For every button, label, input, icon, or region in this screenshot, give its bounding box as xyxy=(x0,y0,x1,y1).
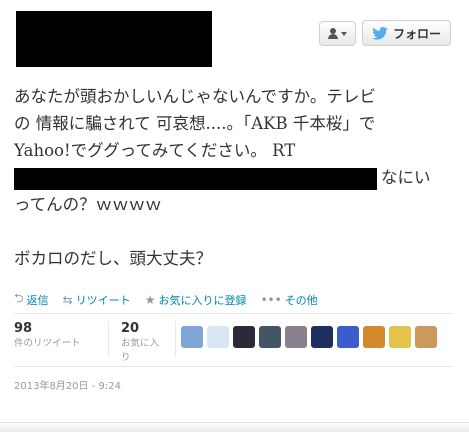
retweet-count: 98 xyxy=(14,321,33,336)
tweet-actions: ⮌ 返信 ⇆ リツイート ★ お気に入りに登録 ••• その他 xyxy=(14,289,318,310)
favorite-count: 20 xyxy=(121,321,140,336)
tweet-line: あなたが頭おかしいんじゃないんですか。テレビ xyxy=(14,87,376,106)
divider xyxy=(14,313,454,314)
twitter-bird-icon xyxy=(372,26,388,40)
favorite-action[interactable]: ★ お気に入りに登録 xyxy=(145,289,247,310)
user-actions-dropdown[interactable] xyxy=(319,21,356,46)
avatar-4[interactable] xyxy=(259,326,281,348)
more-action[interactable]: ••• その他 xyxy=(260,289,317,310)
follow-label: フォロー xyxy=(392,26,441,41)
card-bottom-edge xyxy=(0,422,469,432)
avatar-7[interactable] xyxy=(337,326,359,348)
reply-action[interactable]: ⮌ 返信 xyxy=(14,289,49,310)
avatar-10[interactable] xyxy=(415,326,437,348)
more-dots-icon: ••• xyxy=(260,292,282,307)
retweet-count-label: 件のリツイート xyxy=(14,338,81,349)
tweet-line-tail: なにい xyxy=(381,168,431,187)
user-icon xyxy=(328,28,338,39)
redacted-mention xyxy=(14,167,377,190)
favorite-label: お気に入りに登録 xyxy=(158,293,247,307)
tweet-line-redacted: なにい xyxy=(14,164,454,191)
tweet-timestamp: 2013年8月20日 - 9:24 xyxy=(14,381,121,392)
tweet-line: ってんの？ｗｗｗｗ xyxy=(14,195,162,214)
reply-label: 返信 xyxy=(26,293,49,307)
divider xyxy=(14,366,454,367)
avatar-2[interactable] xyxy=(207,326,229,348)
avatar-row xyxy=(181,326,437,348)
retweet-icon: ⇆ xyxy=(62,292,73,307)
tweet-text: あなたが頭おかしいんじゃないんですか。テレビ の 情報に騙されて 可哀想....… xyxy=(14,83,454,272)
reply-icon: ⮌ xyxy=(14,291,24,305)
avatar-1[interactable] xyxy=(181,326,203,348)
avatar-6[interactable] xyxy=(311,326,333,348)
avatar-5[interactable] xyxy=(285,326,307,348)
avatar-3[interactable] xyxy=(233,326,255,348)
tweet-line: の 情報に騙されて 可哀想....。「AKB 千本桜」で xyxy=(14,114,376,133)
tweet-card: フォロー あなたが頭おかしいんじゃないんですか。テレビ の 情報に騙されて 可哀… xyxy=(0,0,469,432)
follow-button[interactable]: フォロー xyxy=(362,20,451,46)
avatar-9[interactable] xyxy=(389,326,411,348)
tweet-stats: 98 件のリツイート 20 お気に入り xyxy=(14,321,176,363)
avatar-8[interactable] xyxy=(363,326,385,348)
favorite-count-label: お気に入り xyxy=(121,338,160,363)
tweet-line: ボカロのだし、頭大丈夫？ xyxy=(14,249,212,268)
caret-down-icon xyxy=(341,31,347,36)
retweet-stat[interactable]: 98 件のリツイート xyxy=(14,321,109,357)
redacted-user-name xyxy=(16,11,212,67)
more-label: その他 xyxy=(284,293,318,307)
tweet-line: Yahoo!でググってみてください。 RT xyxy=(14,141,296,160)
favorite-stat[interactable]: 20 お気に入り xyxy=(109,321,176,363)
retweet-label: リツイート xyxy=(75,293,131,307)
star-icon: ★ xyxy=(144,292,156,307)
retweet-action[interactable]: ⇆ リツイート xyxy=(63,289,131,310)
